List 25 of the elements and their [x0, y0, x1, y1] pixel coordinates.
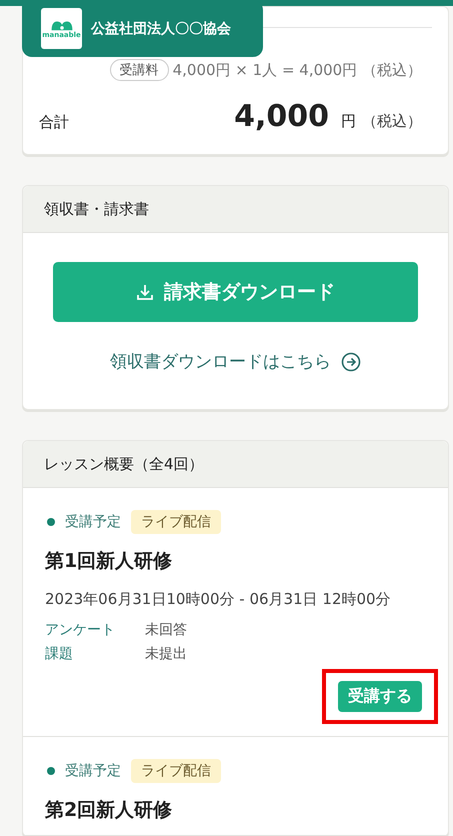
detail-label: アンケート [45, 621, 116, 639]
arrow-circle-icon [341, 352, 361, 372]
detail-value: 未回答 [145, 621, 188, 639]
detail-value: 未提出 [145, 645, 188, 663]
lesson-title: 第1回新人研修 [45, 549, 174, 574]
lesson-title: 第2回新人研修 [45, 798, 174, 823]
currency-unit: 円 [341, 112, 356, 131]
organization-name: 公益社団法人〇〇協会 [91, 20, 231, 38]
fee-tag: 受講料 [110, 59, 169, 81]
attend-button[interactable]: 受講する [338, 681, 422, 712]
tax-note: （税込） [362, 112, 422, 131]
total-label: 合計 [39, 113, 69, 133]
card-title: レッスン概要（全4回） [23, 441, 448, 488]
download-icon [136, 283, 154, 301]
fee-formula: 4,000円 × 1人 = 4,000円 （税込） [172, 60, 422, 80]
lesson-datetime: 2023年06月31日10時00分 - 06月31日 12時00分 [45, 590, 392, 609]
status-label: 受講予定 [65, 513, 121, 531]
total-amount: 4,000 [234, 99, 329, 134]
delivery-tag: ライブ配信 [131, 759, 221, 783]
invoice-download-button[interactable]: 請求書ダウンロード [53, 262, 418, 322]
receipt-download-link[interactable]: 領収書ダウンロードはこちら [110, 350, 361, 373]
detail-label: 課題 [45, 645, 74, 663]
card-title: 領収書・請求書 [23, 186, 448, 233]
delivery-tag: ライブ配信 [131, 510, 221, 534]
status-label: 受講予定 [65, 762, 121, 780]
